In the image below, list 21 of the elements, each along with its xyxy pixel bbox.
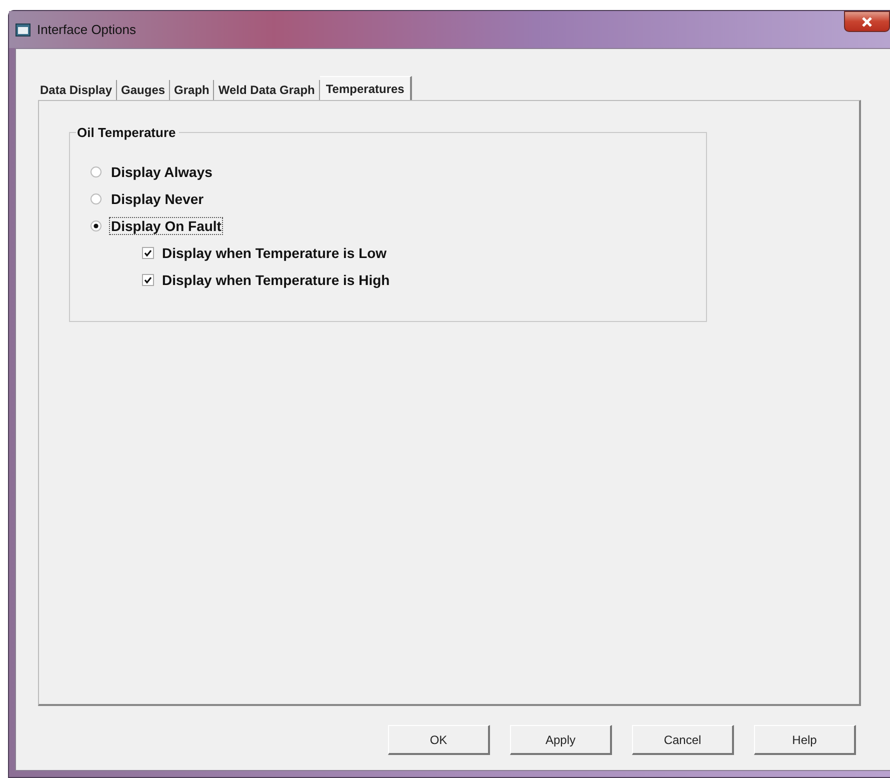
radio-button[interactable] <box>90 193 102 205</box>
window-icon <box>15 22 31 36</box>
option-label[interactable]: Display On Fault <box>109 217 224 235</box>
dialog-button[interactable]: Help <box>754 725 856 755</box>
radio-button[interactable] <box>90 166 102 178</box>
checkbox[interactable] <box>142 247 154 259</box>
radio-button[interactable] <box>90 220 102 232</box>
option-label[interactable]: Display when Temperature is High <box>160 271 392 289</box>
option-label[interactable]: Display Never <box>109 190 206 208</box>
window-title: Interface Options <box>37 22 137 37</box>
checkbox[interactable] <box>142 274 154 286</box>
tab[interactable]: Temperatures <box>320 76 412 100</box>
dialog-button[interactable]: OK <box>388 725 490 755</box>
option-label[interactable]: Display Always <box>109 163 214 181</box>
close-button[interactable] <box>844 11 890 32</box>
option-label[interactable]: Display when Temperature is Low <box>160 244 389 262</box>
dialog-button[interactable]: Cancel <box>632 725 734 755</box>
close-icon <box>861 16 873 28</box>
group-title: Oil Temperature <box>76 125 179 140</box>
dialog-button[interactable]: Apply <box>510 725 612 755</box>
tab[interactable]: Data Display <box>38 80 118 100</box>
